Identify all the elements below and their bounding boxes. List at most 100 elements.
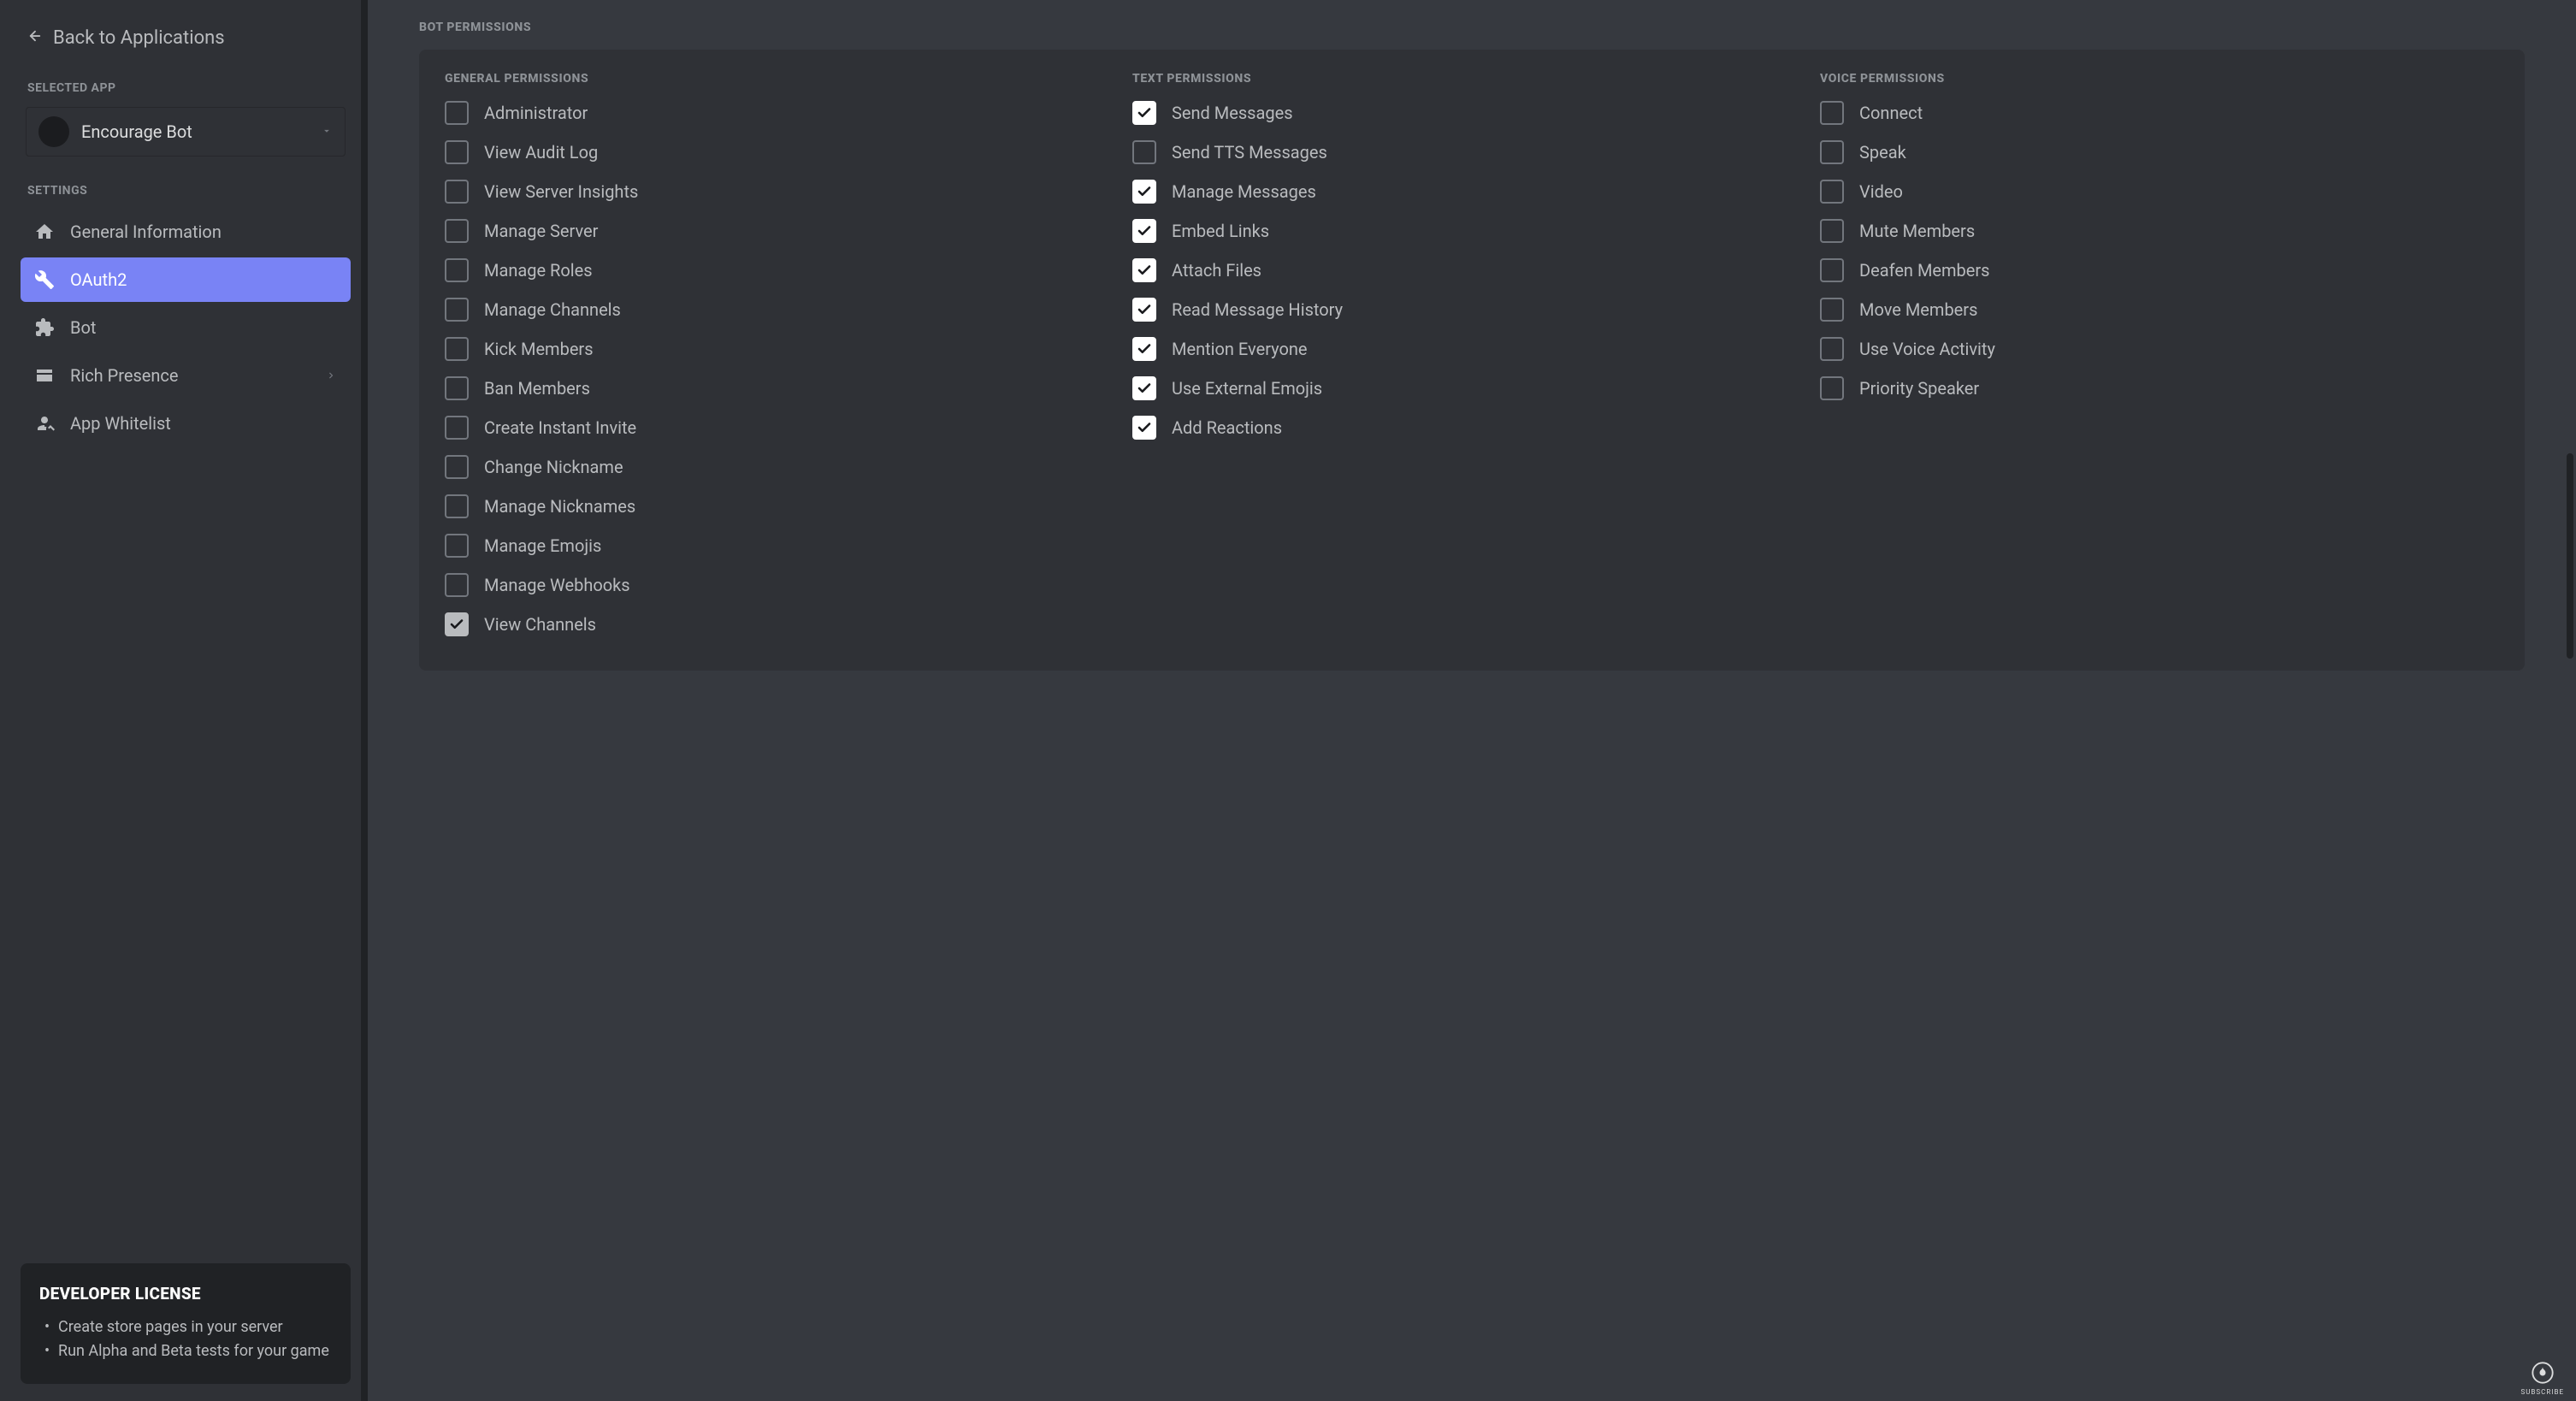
permission-row[interactable]: Manage Webhooks [445,573,1124,597]
permission-checkbox[interactable] [1820,258,1844,282]
permission-label: Attach Files [1172,260,1261,281]
sidebar-item-label: General Information [70,222,222,242]
permission-row[interactable]: Attach Files [1132,258,1811,282]
permission-checkbox[interactable] [1132,219,1156,243]
permission-checkbox[interactable] [445,573,469,597]
permission-row[interactable]: Read Message History [1132,298,1811,322]
permission-row[interactable]: Create Instant Invite [445,416,1124,440]
permission-row[interactable]: Use Voice Activity [1820,337,2499,361]
permission-checkbox[interactable] [1820,180,1844,204]
permission-row[interactable]: Video [1820,180,2499,204]
permission-checkbox[interactable] [1820,376,1844,400]
permission-row[interactable]: View Channels [445,612,1124,636]
permission-checkbox[interactable] [445,140,469,164]
permission-checkbox[interactable] [445,337,469,361]
permission-checkbox[interactable] [1820,219,1844,243]
sidebar-item-label: App Whitelist [70,413,171,434]
permissions-panel: GENERAL PERMISSIONSAdministratorView Aud… [419,50,2525,671]
permission-checkbox[interactable] [445,258,469,282]
permission-row[interactable]: Mention Everyone [1132,337,1811,361]
sidebar-item-whitelist[interactable]: App Whitelist [21,401,351,446]
permission-checkbox[interactable] [445,101,469,125]
permission-checkbox[interactable] [1820,140,1844,164]
permission-row[interactable]: Manage Server [445,219,1124,243]
permission-label: Create Instant Invite [484,417,636,438]
permissions-column: VOICE PERMISSIONSConnectSpeakVideoMute M… [1820,72,2499,636]
permission-checkbox[interactable] [445,180,469,204]
back-to-applications-link[interactable]: Back to Applications [21,17,351,61]
permission-row[interactable]: Use External Emojis [1132,376,1811,400]
permission-checkbox[interactable] [1132,337,1156,361]
scrollbar-thumb[interactable] [2567,453,2573,659]
selected-app-name: Encourage Bot [81,121,309,142]
permission-row[interactable]: Ban Members [445,376,1124,400]
permission-checkbox[interactable] [445,534,469,558]
sidebar-item-bot[interactable]: Bot [21,305,351,350]
permission-row[interactable]: Priority Speaker [1820,376,2499,400]
permission-checkbox[interactable] [445,416,469,440]
developer-license-bullet: Create store pages in your server [44,1315,332,1339]
permission-label: Manage Emojis [484,535,601,556]
bot-permissions-title: BOT PERMISSIONS [419,21,2525,34]
arrow-left-icon [27,27,43,49]
permission-label: Manage Webhooks [484,575,630,595]
permission-row[interactable]: Embed Links [1132,219,1811,243]
permission-label: Priority Speaker [1859,378,1979,399]
permission-checkbox[interactable] [445,376,469,400]
permission-label: Manage Channels [484,299,621,320]
settings-heading: SETTINGS [21,163,351,206]
back-link-label: Back to Applications [53,27,225,49]
sidebar-item-label: Rich Presence [70,365,179,386]
permission-checkbox[interactable] [445,455,469,479]
permission-checkbox[interactable] [445,494,469,518]
permission-checkbox[interactable] [445,219,469,243]
permission-row[interactable]: Move Members [1820,298,2499,322]
permission-label: Speak [1859,142,1906,163]
sidebar-item-oauth2[interactable]: OAuth2 [21,257,351,302]
sidebar-item-general[interactable]: General Information [21,210,351,254]
selected-app-dropdown[interactable]: Encourage Bot [26,107,346,157]
permission-checkbox[interactable] [445,298,469,322]
permission-checkbox[interactable] [1132,258,1156,282]
permission-row[interactable]: Send Messages [1132,101,1811,125]
permission-row[interactable]: Add Reactions [1132,416,1811,440]
sidebar-item-rich[interactable]: Rich Presence [21,353,351,398]
permission-checkbox[interactable] [1132,101,1156,125]
permission-row[interactable]: Manage Messages [1132,180,1811,204]
permission-row[interactable]: Change Nickname [445,455,1124,479]
permission-row[interactable]: Manage Channels [445,298,1124,322]
permission-row[interactable]: Manage Emojis [445,534,1124,558]
permission-row[interactable]: Mute Members [1820,219,2499,243]
permission-checkbox[interactable] [1820,101,1844,125]
sidebar-item-label: OAuth2 [70,269,127,290]
permissions-list: Connect Speak Video Mute Members Deafen Memb… [1820,101,2499,400]
subscribe-badge[interactable]: SUBSCRIBE [2520,1361,2564,1396]
permission-checkbox[interactable] [1132,140,1156,164]
developer-license-card: DEVELOPER LICENSE Create store pages in … [21,1263,351,1384]
permission-label: Manage Roles [484,260,593,281]
permission-row[interactable]: Administrator [445,101,1124,125]
permission-checkbox[interactable] [1132,298,1156,322]
permission-row[interactable]: Manage Nicknames [445,494,1124,518]
permission-checkbox[interactable] [1132,416,1156,440]
permission-row[interactable]: Manage Roles [445,258,1124,282]
whitelist-icon [34,413,55,434]
permission-checkbox[interactable] [1820,298,1844,322]
permissions-column-title: TEXT PERMISSIONS [1132,72,1811,86]
permission-label: Administrator [484,103,588,123]
permission-row[interactable]: Deafen Members [1820,258,2499,282]
permission-row[interactable]: Send TTS Messages [1132,140,1811,164]
permission-row[interactable]: Speak [1820,140,2499,164]
permission-checkbox[interactable] [1132,180,1156,204]
permission-row[interactable]: View Server Insights [445,180,1124,204]
oauth2-icon [34,269,55,290]
permission-checkbox[interactable] [1820,337,1844,361]
permission-label: Manage Messages [1172,181,1316,202]
permission-row[interactable]: Connect [1820,101,2499,125]
permission-checkbox[interactable] [445,612,469,636]
permission-checkbox[interactable] [1132,376,1156,400]
app-root: Back to Applications SELECTED APP Encour… [0,0,2576,1401]
permissions-column: GENERAL PERMISSIONSAdministratorView Aud… [445,72,1124,636]
permission-row[interactable]: Kick Members [445,337,1124,361]
permission-row[interactable]: View Audit Log [445,140,1124,164]
